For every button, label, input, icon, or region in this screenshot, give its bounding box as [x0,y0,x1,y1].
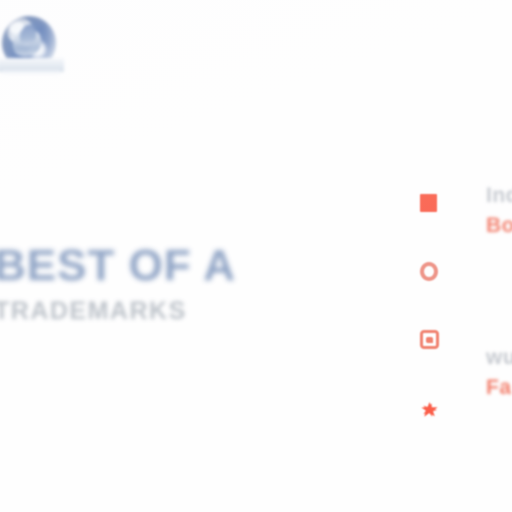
list-item[interactable] [404,392,512,460]
company-emblem-logo[interactable] [0,14,72,80]
list-item[interactable]: wu Fa [404,322,512,399]
logo-base-shadow [2,70,60,75]
page-subtitle: TRADEMARKS [0,296,187,325]
list-item[interactable] [404,254,512,322]
star-burst-icon [420,400,440,420]
page-title: BEST OF A [0,241,237,290]
feature-label-secondary: Bo [486,214,512,237]
square-icon [420,194,440,214]
feature-list: Indu Bo wu Fa [404,184,512,460]
chat-bubble-square-icon [420,330,440,350]
ring-icon [420,262,440,282]
feature-label-primary: Indu [486,184,512,207]
feature-label-primary: wu [486,346,512,369]
list-item[interactable]: Indu Bo [404,184,512,254]
page-canvas: BEST OF A TRADEMARKS Indu Bo wu Fa [0,0,512,512]
headline-block: BEST OF A TRADEMARKS [0,241,237,325]
